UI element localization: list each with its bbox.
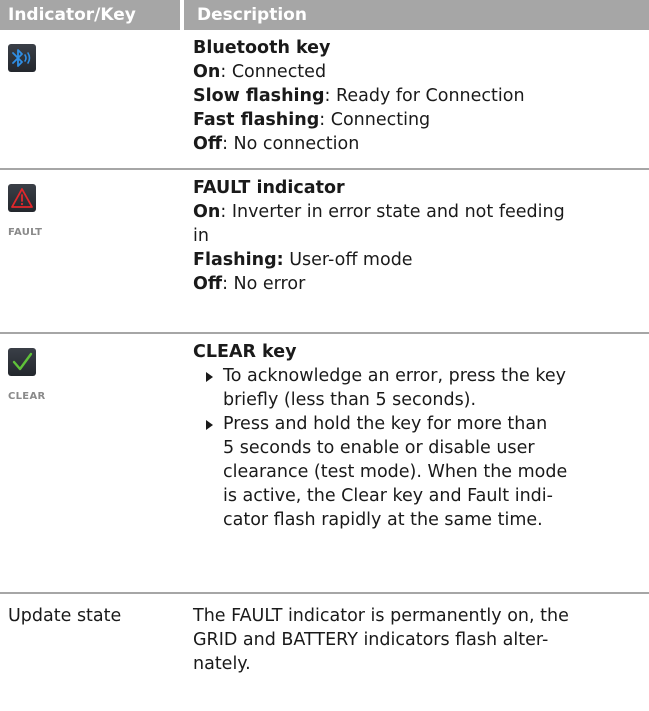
list-item: Press and hold the key for more than 5 s… xyxy=(193,412,641,532)
row-title: FAULT indicator xyxy=(193,178,345,198)
status-line: On: Inverter in error state and not feed… xyxy=(193,202,565,222)
bullet-triangle-icon xyxy=(206,420,213,430)
description-cell: The FAULT indicator is permanently on, t… xyxy=(193,606,569,674)
fault-icon-label: FAULT xyxy=(8,227,43,238)
row-title: Bluetooth key xyxy=(193,38,331,58)
status-line: Off: No error xyxy=(193,274,306,294)
indicator-cell: FAULT xyxy=(0,169,182,333)
indicator-cell xyxy=(0,30,182,169)
row-title: CLEAR key xyxy=(193,342,297,362)
status-line-continued: in xyxy=(193,226,209,246)
column-header-description: Description xyxy=(180,0,649,30)
status-line: Flashing: User-off mode xyxy=(193,250,413,270)
indicator-table: Indicator/Key Description Bluetooth key … xyxy=(0,0,649,682)
bullet-triangle-icon xyxy=(206,372,213,382)
warning-triangle-icon xyxy=(8,184,36,212)
check-mark-icon xyxy=(8,348,36,376)
status-line: Slow flashing: Ready for Connection xyxy=(193,86,525,106)
table-header-row: Indicator/Key Description xyxy=(0,0,649,30)
table-row-update-state: Update state The FAULT indicator is perm… xyxy=(0,593,649,682)
description-cell: Bluetooth key On: Connected Slow flashin… xyxy=(182,30,649,169)
indicator-label: Update state xyxy=(8,606,122,626)
status-line: On: Connected xyxy=(193,62,327,82)
bluetooth-icon xyxy=(8,44,36,72)
status-line: Fast flashing: Connecting xyxy=(193,110,431,130)
status-line: Off: No connection xyxy=(193,134,360,154)
description-cell: FAULT indicator On: Inverter in error st… xyxy=(182,169,649,333)
clear-icon-label: CLEAR xyxy=(8,391,46,402)
table-row-clear: CLEAR CLEAR key To acknowledge an error,… xyxy=(0,333,649,593)
column-header-indicator: Indicator/Key xyxy=(0,0,182,30)
indicator-cell: CLEAR xyxy=(0,333,182,593)
list-item: To acknowledge an error, press the key b… xyxy=(193,364,641,412)
description-cell: CLEAR key To acknowledge an error, press… xyxy=(182,333,649,593)
instruction-list: To acknowledge an error, press the key b… xyxy=(193,364,641,532)
table-row-fault: FAULT FAULT indicator On: Inverter in er… xyxy=(0,169,649,333)
table-row-bluetooth: Bluetooth key On: Connected Slow flashin… xyxy=(0,30,649,169)
